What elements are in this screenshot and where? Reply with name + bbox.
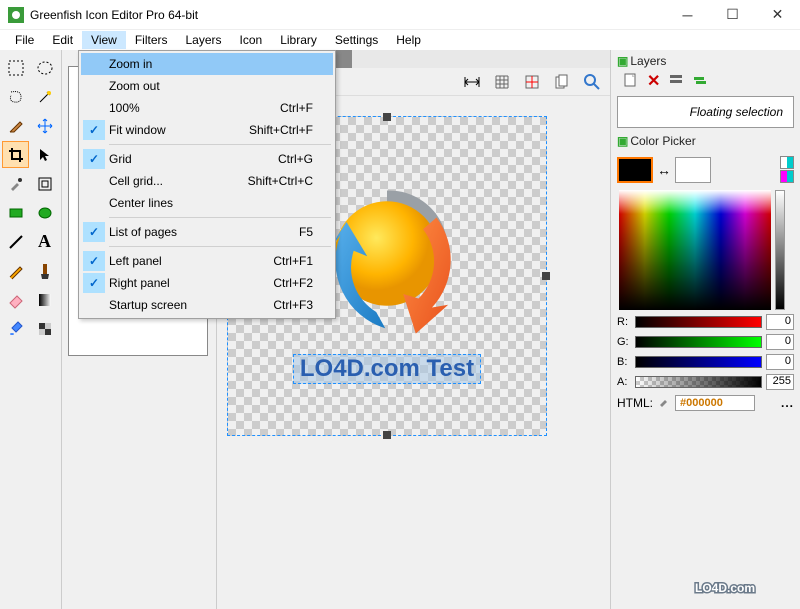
eyedropper-tool[interactable] xyxy=(2,170,29,197)
checker-tool[interactable] xyxy=(31,315,58,342)
zoom-icon[interactable] xyxy=(580,70,604,94)
center-lines-icon[interactable] xyxy=(520,70,544,94)
grid-icon[interactable] xyxy=(490,70,514,94)
r-value[interactable]: 0 xyxy=(766,314,794,330)
bucket-tool[interactable] xyxy=(2,315,29,342)
delete-layer-icon[interactable]: ✕ xyxy=(647,71,660,91)
view-menu-item[interactable]: ✓Right panelCtrl+F2 xyxy=(81,272,333,294)
view-menu-item[interactable]: ✓Fit windowShift+Ctrl+F xyxy=(81,119,333,141)
view-menu-item[interactable]: ✓GridCtrl+G xyxy=(81,148,333,170)
handle-right[interactable] xyxy=(542,272,550,280)
wand-tool[interactable] xyxy=(31,83,58,110)
eraser-tool[interactable] xyxy=(2,286,29,313)
svg-text:LO4D.com: LO4D.com xyxy=(695,581,755,595)
app-icon xyxy=(8,7,24,23)
value-slider[interactable] xyxy=(775,190,785,310)
more-icon[interactable]: ... xyxy=(781,396,794,410)
crop-tool[interactable] xyxy=(2,141,29,168)
line-tool[interactable] xyxy=(2,228,29,255)
r-label: R: xyxy=(617,316,631,328)
b-value[interactable]: 0 xyxy=(766,354,794,370)
gradient-tool[interactable] xyxy=(31,286,58,313)
frame-tool[interactable] xyxy=(31,170,58,197)
close-button[interactable]: ✕ xyxy=(755,0,800,30)
menu-file[interactable]: File xyxy=(6,31,43,49)
g-slider[interactable] xyxy=(635,336,762,348)
html-label: HTML: xyxy=(617,396,653,410)
rect-select-tool[interactable] xyxy=(2,54,29,81)
b-slider[interactable] xyxy=(635,356,762,368)
pencil-tool[interactable] xyxy=(2,112,29,139)
menu-edit[interactable]: Edit xyxy=(43,31,82,49)
title-bar: Greenfish Icon Editor Pro 64-bit ─ ☐ ✕ xyxy=(0,0,800,30)
menu-filters[interactable]: Filters xyxy=(126,31,177,49)
pointer-tool[interactable] xyxy=(31,141,58,168)
menu-help[interactable]: Help xyxy=(387,31,430,49)
layers-panel-title: ▣Layers xyxy=(617,52,794,70)
ellipse-tool[interactable] xyxy=(31,199,58,226)
a-label: A: xyxy=(617,376,631,388)
view-menu-item[interactable]: ✓List of pagesF5 xyxy=(81,221,333,243)
layer-item[interactable]: Floating selection xyxy=(617,96,794,128)
merge-layers-icon[interactable] xyxy=(692,72,708,91)
g-value[interactable]: 0 xyxy=(766,334,794,350)
layer-tools: ✕ xyxy=(617,70,794,92)
toolbox: A xyxy=(0,50,62,609)
brush-tool[interactable] xyxy=(31,257,58,284)
view-menu-item[interactable]: Zoom in xyxy=(81,53,333,75)
view-dropdown: Zoom inZoom out100%Ctrl+F✓Fit windowShif… xyxy=(78,50,336,319)
ellipse-select-tool[interactable] xyxy=(31,54,58,81)
maximize-button[interactable]: ☐ xyxy=(710,0,755,30)
handle-bottom[interactable] xyxy=(383,431,391,439)
background-swatch[interactable] xyxy=(675,157,711,183)
menu-bar: File Edit View Filters Layers Icon Libra… xyxy=(0,30,800,50)
layer-props-icon[interactable] xyxy=(668,72,684,91)
move-tool[interactable] xyxy=(31,112,58,139)
mini-swatches[interactable] xyxy=(780,156,794,184)
html-value[interactable]: #000000 xyxy=(675,395,755,411)
lasso-tool[interactable] xyxy=(2,83,29,110)
color-gradient[interactable] xyxy=(619,190,771,310)
a-value[interactable]: 255 xyxy=(766,374,794,390)
view-menu-item[interactable]: Cell grid...Shift+Ctrl+C xyxy=(81,170,333,192)
pencil2-tool[interactable] xyxy=(2,257,29,284)
window-title: Greenfish Icon Editor Pro 64-bit xyxy=(30,8,665,22)
fit-width-icon[interactable] xyxy=(460,70,484,94)
handle-top[interactable] xyxy=(383,113,391,121)
watermark: LO4D.com xyxy=(660,571,790,601)
menu-settings[interactable]: Settings xyxy=(326,31,387,49)
rectangle-tool[interactable] xyxy=(2,199,29,226)
a-slider[interactable] xyxy=(635,376,762,388)
canvas-text: LO4D.com Test xyxy=(293,354,481,384)
new-layer-icon[interactable] xyxy=(623,72,639,91)
menu-view[interactable]: View xyxy=(82,31,126,49)
g-label: G: xyxy=(617,336,631,348)
minimize-button[interactable]: ─ xyxy=(665,0,710,30)
view-menu-item[interactable]: Zoom out xyxy=(81,75,333,97)
text-tool[interactable]: A xyxy=(31,228,58,255)
menu-icon[interactable]: Icon xyxy=(231,31,272,49)
menu-library[interactable]: Library xyxy=(271,31,326,49)
view-menu-item[interactable]: 100%Ctrl+F xyxy=(81,97,333,119)
colorpicker-title: ▣Color Picker xyxy=(617,132,794,150)
view-menu-item[interactable]: Startup screenCtrl+F3 xyxy=(81,294,333,316)
right-panel: ▣Layers ✕ Floating selection ▣Color Pick… xyxy=(610,50,800,609)
swap-colors-icon[interactable]: ↔ xyxy=(657,162,671,178)
eyedropper-small-icon[interactable] xyxy=(657,394,671,411)
b-label: B: xyxy=(617,356,631,368)
pages-icon[interactable] xyxy=(550,70,574,94)
view-menu-item[interactable]: Center lines xyxy=(81,192,333,214)
foreground-swatch[interactable] xyxy=(617,157,653,183)
view-menu-item[interactable]: ✓Left panelCtrl+F1 xyxy=(81,250,333,272)
r-slider[interactable] xyxy=(635,316,762,328)
menu-layers[interactable]: Layers xyxy=(177,31,231,49)
